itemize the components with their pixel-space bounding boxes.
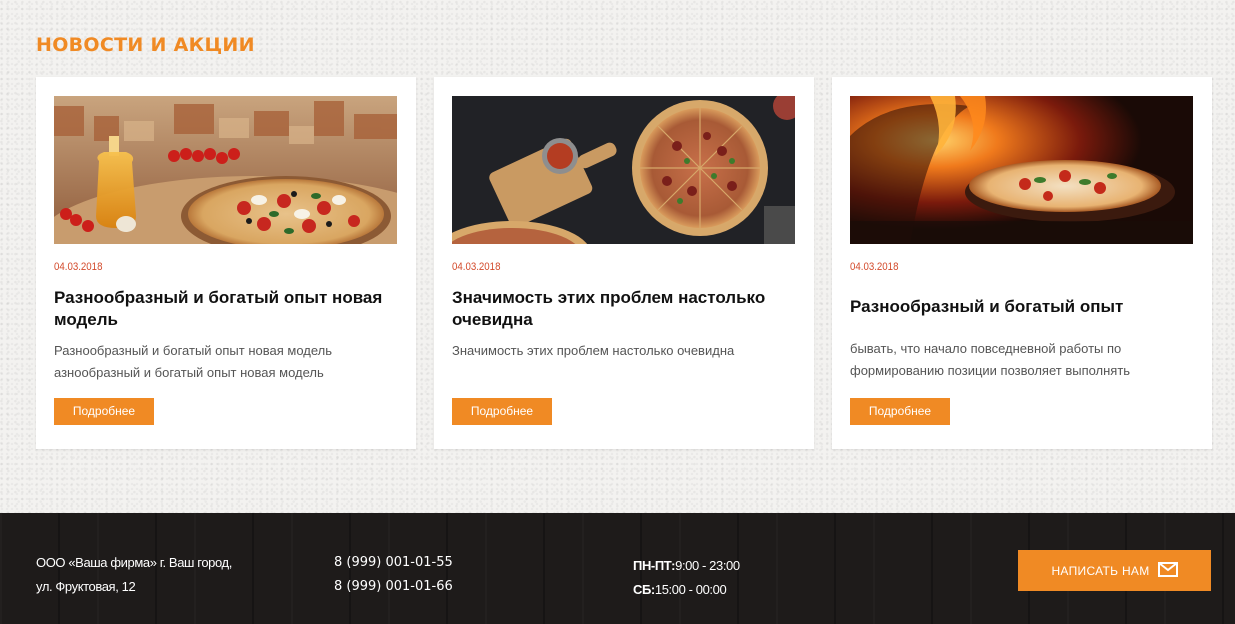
news-excerpt: Разнообразный и богатый опыт новая модел… (54, 343, 333, 380)
phone-link-1[interactable]: 8 (999) 001-01-55 (334, 551, 453, 575)
envelope-icon (1157, 561, 1178, 580)
write-us-label: НАПИСАТЬ НАМ (1051, 563, 1150, 578)
news-image-pizzas-table[interactable] (452, 96, 795, 244)
news-date: 04.03.2018 (54, 261, 103, 273)
more-button[interactable]: Подробнее (850, 398, 950, 425)
footer: ООО «Ваша фирма» г. Ваш город, ул. Фрукт… (0, 513, 1235, 624)
address-line-2: ул. Фруктовая, 12 (36, 579, 136, 594)
news-title[interactable]: Разнообразный и богатый опыт (850, 296, 1195, 318)
news-excerpt: Значимость этих проблем настолько очевид… (452, 343, 735, 358)
hours-weekdays: ПН-ПТ:9:00 - 23:00 (633, 554, 740, 578)
news-date: 04.03.2018 (850, 261, 899, 273)
hours-saturday: СБ:15:00 - 00:00 (633, 578, 740, 602)
footer-hours: ПН-ПТ:9:00 - 23:00 СБ:15:00 - 00:00 (633, 554, 740, 602)
news-section: НОВОСТИ И АКЦИИ 04.03.2018 Разнообразный… (0, 0, 1235, 513)
write-us-button[interactable]: НАПИСАТЬ НАМ (1018, 550, 1211, 591)
footer-phones: 8 (999) 001-01-55 8 (999) 001-01-66 (334, 551, 453, 599)
hours-weekdays-value: 9:00 - 23:00 (675, 558, 740, 573)
hours-weekdays-label: ПН-ПТ: (633, 558, 676, 573)
more-button[interactable]: Подробнее (452, 398, 552, 425)
news-excerpt: бывать, что начало повседневной работы п… (850, 341, 1131, 378)
phone-link-2[interactable]: 8 (999) 001-01-66 (334, 575, 453, 599)
news-card: 04.03.2018 Разнообразный и богатый опыт … (36, 77, 416, 449)
news-image-pizza-oven[interactable] (850, 96, 1193, 244)
news-title[interactable]: Значимость этих проблем настолько очевид… (452, 287, 797, 331)
hours-saturday-value: 15:00 - 00:00 (654, 582, 727, 597)
section-title: НОВОСТИ И АКЦИИ (36, 34, 255, 56)
hours-saturday-label: СБ: (633, 582, 655, 597)
more-button[interactable]: Подробнее (54, 398, 154, 425)
news-date: 04.03.2018 (452, 261, 501, 273)
news-image-pizza-city[interactable] (54, 96, 397, 244)
news-card: 04.03.2018 Разнообразный и богатый опыт … (832, 77, 1212, 449)
news-title[interactable]: Разнообразный и богатый опыт новая модел… (54, 287, 399, 331)
news-card: 04.03.2018 Значимость этих проблем насто… (434, 77, 814, 449)
address-line-1: ООО «Ваша фирма» г. Ваш город, (36, 555, 232, 570)
footer-address: ООО «Ваша фирма» г. Ваш город, ул. Фрукт… (36, 551, 232, 599)
